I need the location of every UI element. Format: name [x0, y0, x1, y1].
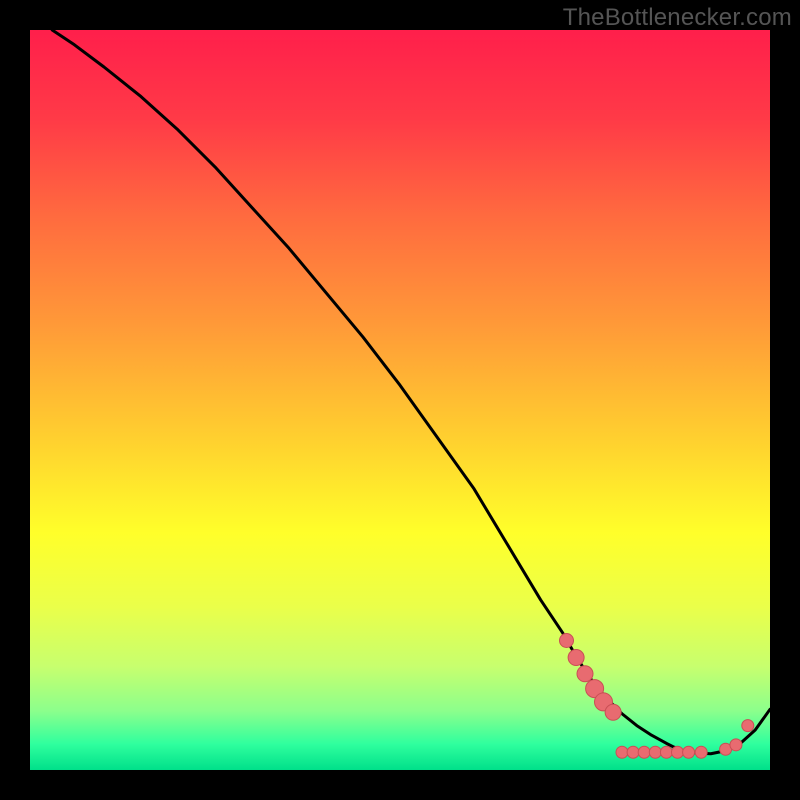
gradient-background [30, 30, 770, 770]
data-marker [683, 746, 695, 758]
data-marker [616, 746, 628, 758]
data-marker [695, 746, 707, 758]
data-marker [577, 666, 593, 682]
data-marker [605, 704, 621, 720]
chart-svg [30, 30, 770, 770]
data-marker [730, 739, 742, 751]
data-marker [560, 634, 574, 648]
data-marker [638, 746, 650, 758]
watermark-label: TheBottlenecker.com [563, 4, 792, 32]
data-marker [672, 746, 684, 758]
data-marker [568, 650, 584, 666]
data-marker [742, 720, 754, 732]
chart-frame: TheBottlenecker.com [0, 0, 800, 800]
data-marker [660, 746, 672, 758]
data-marker [649, 746, 661, 758]
plot-area [30, 30, 770, 770]
data-marker [627, 746, 639, 758]
